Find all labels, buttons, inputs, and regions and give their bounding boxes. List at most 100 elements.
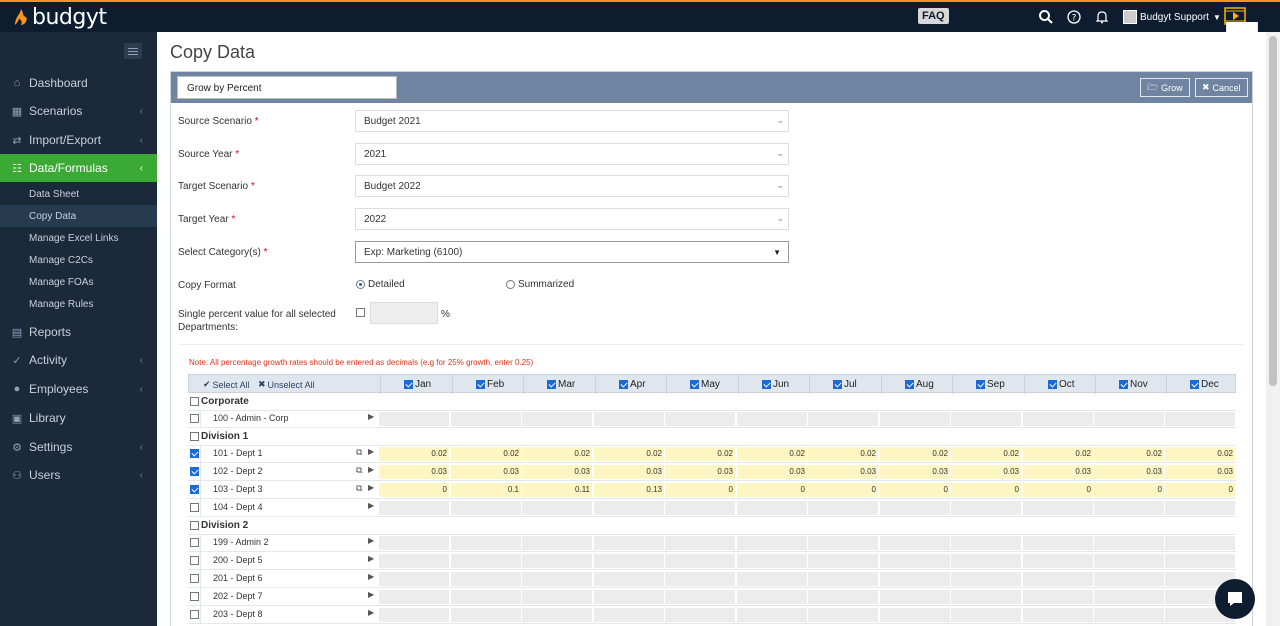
growth-rate-cell[interactable] <box>737 572 807 586</box>
growth-rate-cell[interactable]: 0.03 <box>522 465 592 479</box>
row-checkbox[interactable] <box>190 503 199 512</box>
row-checkbox[interactable] <box>190 610 199 619</box>
growth-rate-cell[interactable] <box>522 554 592 568</box>
growth-rate-cell[interactable]: 0.03 <box>737 465 807 479</box>
cancel-button[interactable]: ✖ Cancel <box>1195 78 1248 97</box>
growth-rate-cell[interactable]: 0 <box>1165 483 1235 497</box>
row-checkbox[interactable] <box>190 449 199 458</box>
growth-rate-cell[interactable] <box>451 536 521 550</box>
growth-rate-cell[interactable] <box>379 572 449 586</box>
growth-rate-cell[interactable]: 0.02 <box>1094 447 1164 461</box>
growth-rate-cell[interactable] <box>522 412 592 426</box>
growth-rate-cell[interactable] <box>880 554 950 568</box>
source-year-select[interactable]: 2021 ⌄ <box>355 143 789 165</box>
subitem-data-sheet[interactable]: Data Sheet <box>0 183 157 205</box>
expand-arrow-icon[interactable]: ▶ <box>368 483 374 492</box>
growth-rate-cell[interactable] <box>808 554 878 568</box>
growth-rate-cell[interactable] <box>951 608 1021 622</box>
month-checkbox[interactable] <box>547 380 556 389</box>
growth-rate-cell[interactable] <box>1023 590 1093 604</box>
growth-rate-cell[interactable]: 0.03 <box>880 465 950 479</box>
sidebar-item-library[interactable]: ▣ Library <box>0 404 157 432</box>
sidebar-item-dashboard[interactable]: ⌂ Dashboard <box>0 69 157 97</box>
growth-rate-cell[interactable]: 0.02 <box>665 447 735 461</box>
menu-toggle-icon[interactable] <box>124 43 142 59</box>
growth-rate-cell[interactable] <box>594 501 664 515</box>
month-checkbox[interactable] <box>762 380 771 389</box>
growth-rate-cell[interactable] <box>1023 501 1093 515</box>
growth-rate-cell[interactable] <box>522 536 592 550</box>
growth-rate-cell[interactable] <box>808 590 878 604</box>
month-header-jan[interactable]: Jan <box>380 375 451 394</box>
growth-rate-cell[interactable] <box>594 608 664 622</box>
growth-rate-cell[interactable] <box>451 608 521 622</box>
month-header-apr[interactable]: Apr <box>595 375 666 394</box>
growth-rate-cell[interactable] <box>665 608 735 622</box>
growth-rate-cell[interactable] <box>1023 412 1093 426</box>
page-scrollbar[interactable] <box>1266 32 1280 626</box>
growth-rate-cell[interactable] <box>1023 554 1093 568</box>
growth-rate-cell[interactable]: 0.1 <box>451 483 521 497</box>
expand-arrow-icon[interactable]: ▶ <box>368 572 374 581</box>
growth-rate-cell[interactable] <box>1094 554 1164 568</box>
search-icon[interactable] <box>1038 9 1054 25</box>
growth-rate-cell[interactable] <box>1094 590 1164 604</box>
sidebar-item-activity[interactable]: ✓ Activity ‹ <box>0 346 157 374</box>
growth-rate-cell[interactable] <box>379 536 449 550</box>
row-checkbox[interactable] <box>190 592 199 601</box>
growth-rate-cell[interactable]: 0 <box>880 483 950 497</box>
growth-rate-cell[interactable] <box>522 572 592 586</box>
growth-rate-cell[interactable]: 0.03 <box>665 465 735 479</box>
month-header-jul[interactable]: Jul <box>809 375 880 394</box>
subitem-manage-rules[interactable]: Manage Rules <box>0 293 157 315</box>
month-header-aug[interactable]: Aug <box>881 375 952 394</box>
row-checkbox[interactable] <box>190 574 199 583</box>
growth-rate-cell[interactable] <box>1165 501 1235 515</box>
single-percent-checkbox[interactable] <box>356 308 365 317</box>
growth-rate-cell[interactable] <box>737 412 807 426</box>
growth-rate-cell[interactable] <box>1165 554 1235 568</box>
sidebar-item-import-export[interactable]: ⇄ Import/Export ‹ <box>0 126 157 154</box>
growth-rate-cell[interactable] <box>451 572 521 586</box>
row-checkbox[interactable] <box>190 414 199 423</box>
expand-arrow-icon[interactable]: ▶ <box>368 465 374 474</box>
growth-rate-cell[interactable]: 0.03 <box>951 465 1021 479</box>
growth-rate-cell[interactable]: 0 <box>808 483 878 497</box>
expand-arrow-icon[interactable]: ▶ <box>368 554 374 563</box>
growth-rate-cell[interactable] <box>451 412 521 426</box>
growth-rate-cell[interactable] <box>1094 501 1164 515</box>
copy-row-icon[interactable]: ⧉ <box>356 483 362 494</box>
growth-rate-cell[interactable] <box>1023 572 1093 586</box>
growth-rate-cell[interactable] <box>737 536 807 550</box>
month-checkbox[interactable] <box>1048 380 1057 389</box>
month-header-sep[interactable]: Sep <box>952 375 1023 394</box>
growth-rate-cell[interactable] <box>880 608 950 622</box>
growth-rate-cell[interactable] <box>880 590 950 604</box>
month-checkbox[interactable] <box>833 380 842 389</box>
growth-rate-cell[interactable] <box>880 412 950 426</box>
growth-rate-cell[interactable] <box>737 554 807 568</box>
growth-rate-cell[interactable]: 0 <box>951 483 1021 497</box>
growth-rate-cell[interactable]: 0.03 <box>808 465 878 479</box>
growth-rate-cell[interactable] <box>1023 608 1093 622</box>
growth-rate-cell[interactable] <box>451 590 521 604</box>
growth-rate-cell[interactable] <box>594 590 664 604</box>
growth-rate-cell[interactable]: 0.03 <box>379 465 449 479</box>
growth-rate-cell[interactable] <box>737 608 807 622</box>
growth-rate-cell[interactable] <box>1165 412 1235 426</box>
month-header-jun[interactable]: Jun <box>738 375 809 394</box>
month-checkbox[interactable] <box>690 380 699 389</box>
growth-rate-cell[interactable]: 0.02 <box>951 447 1021 461</box>
growth-rate-cell[interactable]: 0.03 <box>1094 465 1164 479</box>
growth-rate-cell[interactable]: 0.02 <box>880 447 950 461</box>
growth-rate-cell[interactable]: 0 <box>1023 483 1093 497</box>
growth-rate-cell[interactable] <box>1094 608 1164 622</box>
user-menu[interactable]: Budgyt Support ▼ <box>1123 10 1221 24</box>
row-checkbox[interactable] <box>190 485 199 494</box>
month-header-dec[interactable]: Dec <box>1166 375 1237 394</box>
growth-rate-cell[interactable] <box>379 501 449 515</box>
month-header-mar[interactable]: Mar <box>523 375 594 394</box>
unselect-all-button[interactable]: ✖ Unselect All <box>258 379 315 390</box>
month-checkbox[interactable] <box>1119 380 1128 389</box>
sidebar-item-employees[interactable]: ● Employees ‹ <box>0 375 157 403</box>
